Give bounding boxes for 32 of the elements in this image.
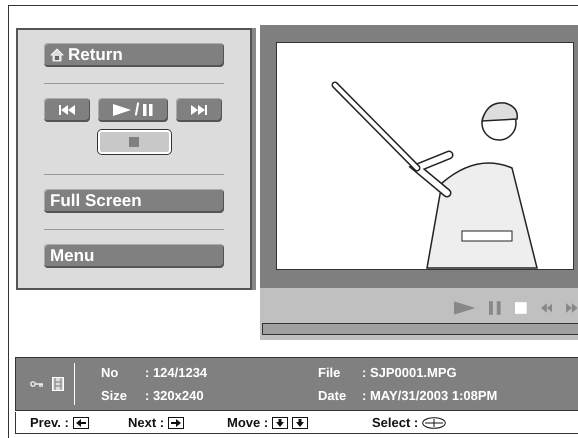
help-label: Select : (372, 414, 418, 432)
field-label: Size (101, 387, 128, 405)
field-value: : SJP0001.MPG (362, 364, 457, 382)
field-value: : 320x240 (145, 387, 204, 405)
menu-button[interactable]: Menu (44, 244, 224, 268)
left-key-icon (72, 416, 89, 428)
help-label: Next : (128, 414, 164, 432)
down-key-icon (272, 416, 288, 428)
next-button[interactable] (176, 98, 222, 122)
film-icon (52, 377, 64, 391)
playpause-button[interactable]: / (98, 98, 168, 122)
skip-back-icon (59, 104, 75, 116)
pause-icon (143, 104, 154, 116)
key-icon (30, 380, 44, 388)
stop-icon (126, 136, 142, 148)
play-icon (112, 104, 131, 116)
down-key-icon (292, 416, 308, 428)
field-label: Date (318, 387, 348, 405)
select-key-icon (422, 416, 446, 428)
home-icon (50, 48, 64, 62)
field-label: No (101, 364, 120, 382)
field-value: : 124/1234 (145, 364, 208, 382)
right-key-icon (168, 416, 184, 428)
help-label: Move : (227, 414, 268, 432)
stop-button[interactable] (98, 130, 170, 154)
return-button[interactable]: Return (44, 43, 224, 67)
skip-forward-icon (191, 104, 207, 116)
field-label: File (318, 364, 342, 382)
field-value: : MAY/31/2003 1:08PM (362, 387, 498, 405)
prev-button[interactable] (44, 98, 90, 122)
full-screen-button[interactable]: Full Screen (44, 189, 224, 213)
help-label: Prev. : (30, 414, 69, 432)
